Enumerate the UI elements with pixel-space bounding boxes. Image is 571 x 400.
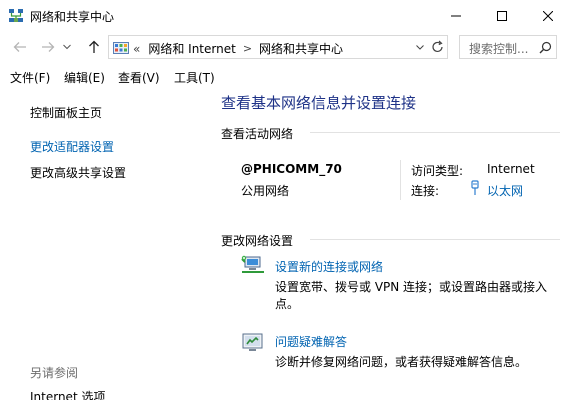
minimize-icon [451,15,461,17]
back-button[interactable] [10,37,30,57]
close-icon [543,11,553,21]
search-input[interactable]: 搜索控制... [459,35,557,59]
advanced-sharing-settings-link[interactable]: 更改高级共享设置 [30,164,126,181]
breadcrumb-network-internet[interactable]: 网络和 Internet [148,40,235,57]
window-title: 网络和共享中心 [30,10,115,24]
new-connection-icon [241,254,265,279]
search-placeholder: 搜索控制... [469,42,529,56]
chevron-down-icon [416,45,424,50]
forward-arrow-icon [42,42,55,52]
breadcrumb-network-sharing-center[interactable]: 网络和共享中心 [259,40,343,57]
see-also-heading: 另请参阅 [30,366,79,380]
control-panel-icon [113,40,129,56]
maximize-icon [497,11,507,21]
troubleshoot-description: 诊断并修复网络问题，或者获得疑难解答信息。 [275,355,528,369]
up-button[interactable] [84,37,104,57]
access-type-label: 访问类型: [411,164,464,178]
forward-button[interactable] [38,37,58,57]
maximize-button[interactable] [479,0,525,32]
address-bar[interactable]: « 网络和 Internet > 网络和共享中心 [108,35,448,59]
network-divider [400,160,401,200]
menu-view[interactable]: 查看(V) [118,69,160,86]
menu-tools[interactable]: 工具(T) [174,69,215,86]
change-adapter-settings-link[interactable]: 更改适配器设置 [30,138,114,155]
connection-ethernet-link[interactable]: 以太网 [487,182,523,199]
menu-bar: 文件(F) 编辑(E) 查看(V) 工具(T) [0,64,571,88]
internet-options-link[interactable]: Internet 选项 [30,388,105,400]
troubleshoot-icon [241,332,265,357]
ethernet-icon [470,180,480,199]
recent-locations-button[interactable] [60,37,74,57]
access-type-value: Internet [487,162,535,176]
address-history-button[interactable] [415,39,425,58]
title-bar: 网络和共享中心 [0,0,571,32]
section-divider [310,239,560,240]
control-panel-home-link[interactable]: 控制面板主页 [30,104,102,121]
refresh-button[interactable] [431,39,445,58]
search-icon [539,41,552,57]
menu-file[interactable]: 文件(F) [10,69,50,86]
section-divider [310,132,560,133]
connection-label: 连接: [411,184,440,198]
close-button[interactable] [525,0,571,32]
breadcrumb-separator: > [242,42,253,55]
refresh-icon [432,40,443,53]
network-type: 公用网络 [241,184,290,198]
minimize-button[interactable] [433,0,479,32]
navigation-bar: « 网络和 Internet > 网络和共享中心 搜索控制... [0,32,571,62]
setup-new-connection-link[interactable]: 设置新的连接或网络 [275,258,383,275]
network-name: @PHICOMM_70 [241,162,342,176]
active-networks-header: 查看活动网络 [221,127,294,141]
up-arrow-icon [89,40,99,53]
troubleshoot-link[interactable]: 问题疑难解答 [275,333,347,350]
menu-edit[interactable]: 编辑(E) [64,69,105,86]
network-sharing-center-icon [8,8,24,24]
breadcrumb-overflow[interactable]: « [133,42,140,56]
setup-new-connection-description: 设置宽带、拨号或 VPN 连接；或设置路由器或接入点。 [275,280,548,311]
recent-dropdown-icon [63,44,71,50]
change-settings-header: 更改网络设置 [221,234,294,248]
back-arrow-icon [13,42,26,52]
page-title: 查看基本网络信息并设置连接 [221,94,417,112]
